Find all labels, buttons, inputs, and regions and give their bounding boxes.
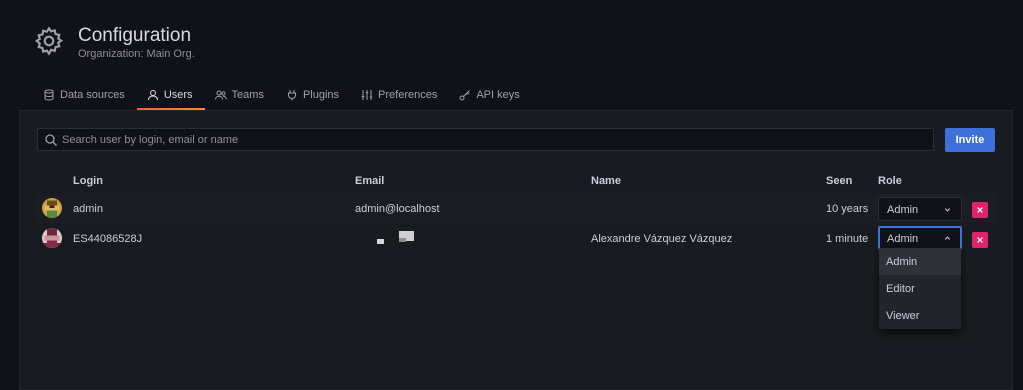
user-seen: 1 minute	[826, 233, 869, 245]
chevron-down-icon	[944, 208, 951, 212]
tab-api-keys[interactable]: API keys	[449, 84, 531, 110]
user-login[interactable]: admin	[73, 203, 103, 215]
tab-label: Data sources	[60, 89, 125, 101]
table-row: admin admin@localhost 10 years Admin	[37, 194, 997, 223]
tab-preferences[interactable]: Preferences	[351, 84, 449, 110]
column-header-role: Role	[878, 175, 902, 187]
tab-teams[interactable]: Teams	[205, 84, 276, 110]
tab-label: Users	[163, 89, 193, 101]
role-option-admin[interactable]: Admin	[879, 248, 961, 275]
role-dropdown-menu: Admin Editor Viewer	[879, 248, 961, 329]
role-option-editor[interactable]: Editor	[879, 275, 961, 302]
database-icon	[44, 89, 54, 101]
user-icon	[147, 90, 158, 101]
close-icon	[977, 207, 983, 213]
tab-bar: Data sources Users Teams Plugins Prefere…	[33, 84, 532, 110]
table-row: ES44086528J Alexandre Vázquez Vázquez 1 …	[37, 224, 997, 253]
user-email[interactable]: admin@localhost	[355, 203, 440, 215]
tab-users[interactable]: Users	[136, 84, 205, 110]
tab-label: Teams	[231, 89, 264, 101]
tab-label: Preferences	[378, 89, 438, 101]
column-header-email: Email	[355, 175, 385, 187]
users-panel: Invite Login Email Name Seen Role admin …	[19, 110, 1013, 390]
plug-icon	[287, 90, 296, 101]
page-title: Configuration	[78, 25, 192, 46]
sliders-icon	[361, 90, 373, 100]
role-select[interactable]: Admin	[878, 197, 962, 221]
avatar	[42, 228, 62, 248]
page-header: Configuration Organization: Main Org. Da…	[0, 0, 1023, 110]
tab-label: Plugins	[302, 89, 340, 101]
tab-plugins[interactable]: Plugins	[276, 84, 351, 110]
page-subtitle: Organization: Main Org.	[78, 48, 195, 60]
user-login[interactable]: ES44086528J	[73, 233, 142, 245]
delete-user-button[interactable]	[972, 202, 988, 218]
invite-button[interactable]: Invite	[945, 128, 995, 152]
user-name[interactable]: Alexandre Vázquez Vázquez	[591, 233, 732, 245]
role-select[interactable]: Admin	[878, 226, 962, 250]
search-icon	[45, 133, 57, 146]
avatar	[42, 198, 62, 218]
redacted-email-block	[377, 239, 384, 244]
role-value: Admin	[887, 233, 919, 245]
user-seen: 10 years	[826, 203, 869, 215]
tab-label: API keys	[476, 89, 520, 101]
role-option-viewer[interactable]: Viewer	[879, 302, 961, 329]
users-icon	[214, 90, 227, 100]
delete-user-button[interactable]	[972, 232, 988, 248]
key-icon	[459, 90, 471, 101]
search-box[interactable]	[37, 128, 934, 151]
search-input[interactable]	[62, 133, 922, 146]
column-header-name: Name	[591, 175, 621, 187]
column-header-login: Login	[73, 175, 103, 187]
column-header-seen: Seen	[826, 175, 853, 187]
close-icon	[977, 237, 983, 243]
role-value: Admin	[887, 204, 919, 216]
chevron-up-icon	[944, 236, 951, 240]
gear-icon	[34, 26, 64, 56]
redacted-email-block	[399, 238, 406, 242]
tab-data-sources[interactable]: Data sources	[33, 84, 137, 110]
